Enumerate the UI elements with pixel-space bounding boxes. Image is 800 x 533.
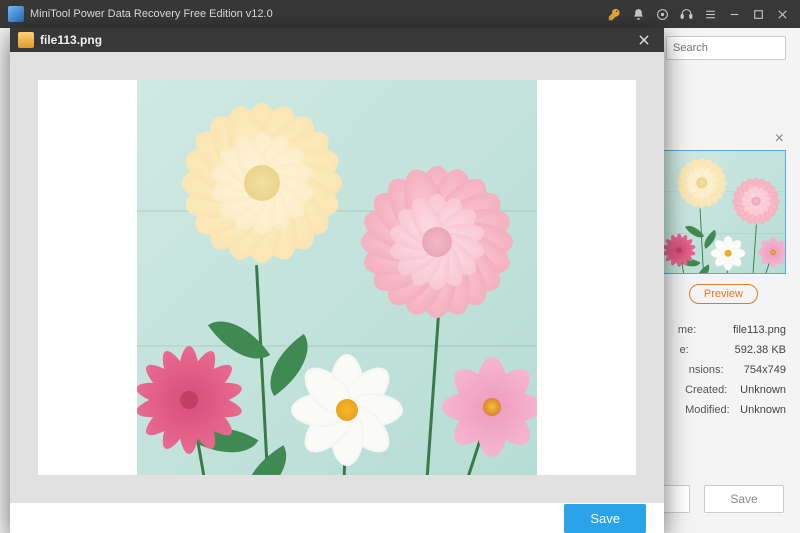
panel-close-icon[interactable]: × — [775, 130, 784, 148]
preview-button[interactable]: Preview — [689, 284, 758, 304]
modal-close-icon[interactable] — [632, 28, 656, 52]
notification-icon[interactable] — [626, 0, 650, 28]
app-logo-icon — [8, 6, 24, 22]
modal-body — [10, 52, 664, 503]
maximize-button[interactable] — [746, 0, 770, 28]
title-bar: MiniTool Power Data Recovery Free Editio… — [0, 0, 800, 28]
modal-title: file113.png — [40, 33, 102, 47]
disc-icon[interactable] — [650, 0, 674, 28]
modal-header: file113.png — [10, 28, 664, 52]
modal-footer: Save — [10, 503, 664, 533]
bg-secondary-button[interactable] — [662, 485, 690, 513]
file-icon — [18, 32, 34, 48]
preview-modal: file113.png Save — [10, 28, 664, 533]
image-content — [137, 80, 537, 475]
close-button[interactable] — [770, 0, 794, 28]
license-key-icon[interactable] — [602, 0, 626, 28]
bg-save-button[interactable]: Save — [704, 485, 784, 513]
save-button[interactable]: Save — [564, 504, 646, 533]
meta-name: me: file113.png — [678, 324, 786, 336]
app-title: MiniTool Power Data Recovery Free Editio… — [30, 8, 273, 20]
meta-created: Created: Unknown — [685, 384, 786, 396]
menu-icon[interactable] — [698, 0, 722, 28]
search-input[interactable] — [666, 36, 786, 60]
support-icon[interactable] — [674, 0, 698, 28]
image-frame — [38, 80, 636, 475]
meta-size: e: 592.38 KB — [680, 344, 786, 356]
preview-thumbnail[interactable] — [662, 150, 786, 274]
minimize-button[interactable] — [722, 0, 746, 28]
meta-modified: Modified: Unknown — [685, 404, 786, 416]
meta-dimensions: nsions: 754x749 — [689, 364, 786, 376]
